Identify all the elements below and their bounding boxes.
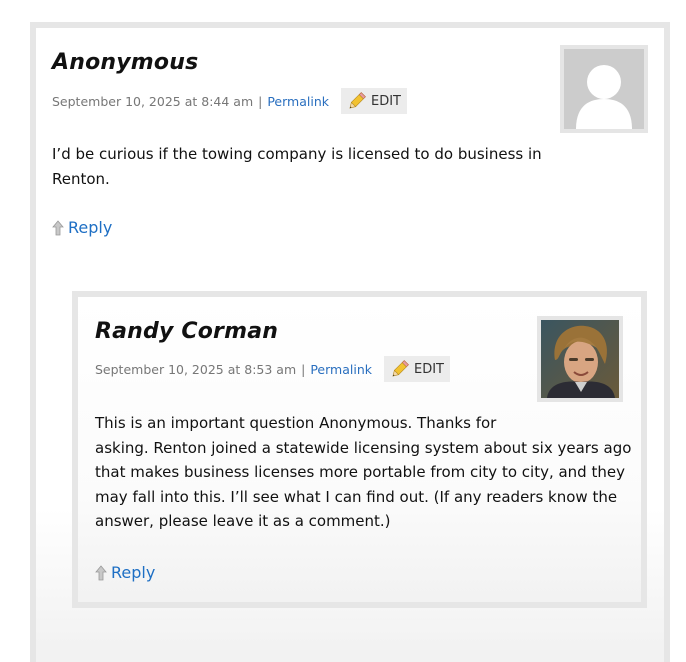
edit-button[interactable]: EDIT	[384, 356, 450, 382]
default-avatar-icon	[564, 49, 644, 129]
meta-separator: |	[301, 361, 306, 377]
comment-body-line: that makes business licenses more portab…	[95, 463, 625, 481]
meta-separator: |	[258, 93, 263, 109]
comment-body-line: answer, please leave it as a comment.)	[95, 512, 391, 530]
comment-body-line: I’d be curious if the towing company is …	[52, 145, 542, 163]
permalink-link[interactable]: Permalink	[267, 94, 329, 109]
pencil-icon	[349, 92, 366, 109]
reply-button[interactable]: Reply	[95, 563, 155, 582]
comment-meta: September 10, 2025 at 8:44 am | Permalin…	[52, 88, 407, 114]
comment-author: Randy Corman	[95, 319, 279, 344]
user-photo-avatar	[541, 320, 619, 398]
comment-body-line: This is an important question Anonymous.…	[95, 414, 497, 432]
reply-arrow-icon	[52, 219, 64, 235]
comment-body: This is an important question Anonymous.…	[95, 411, 631, 534]
comment-body-line: may fall into this. I’ll see what I can …	[95, 487, 618, 506]
reply-label: Reply	[111, 563, 156, 582]
reply-label: Reply	[68, 218, 113, 237]
reply-button[interactable]: Reply	[52, 218, 112, 237]
comment-body-line: asking. Renton joined a statewide licens…	[95, 438, 632, 457]
comment-author: Anonymous	[52, 50, 199, 75]
comment-date: September 10, 2025 at 8:53 am	[95, 361, 297, 377]
edit-button[interactable]: EDIT	[341, 88, 407, 114]
comment-meta: September 10, 2025 at 8:53 am | Permalin…	[95, 356, 450, 382]
avatar	[560, 45, 648, 133]
avatar	[537, 316, 623, 402]
reply-arrow-icon	[95, 564, 107, 580]
comment-date: September 10, 2025 at 8:44 am	[52, 93, 254, 109]
permalink-link[interactable]: Permalink	[310, 362, 372, 377]
edit-label: EDIT	[371, 93, 401, 109]
pencil-icon	[392, 360, 409, 377]
comment-body-line: Renton.	[52, 169, 110, 188]
edit-label: EDIT	[414, 361, 444, 377]
comment-body: I’d be curious if the towing company is …	[52, 142, 542, 191]
